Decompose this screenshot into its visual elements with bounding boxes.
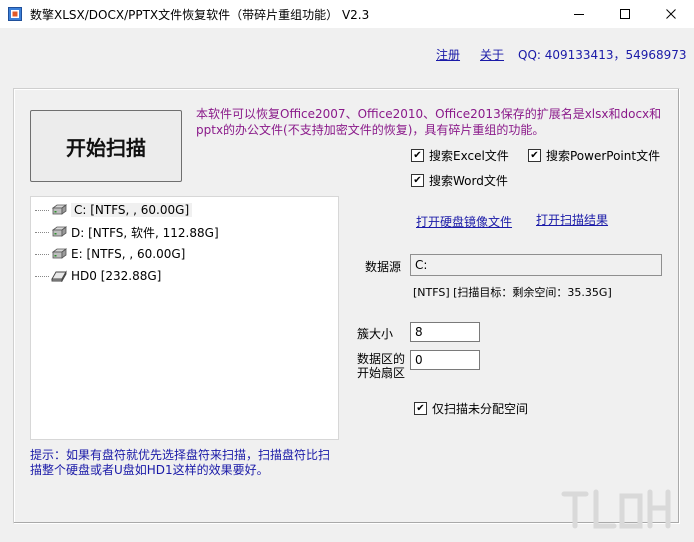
close-button[interactable] xyxy=(648,0,694,28)
open-scan-result-link[interactable]: 打开扫描结果 xyxy=(536,211,608,228)
data-source-label: 数据源 xyxy=(365,260,402,274)
watermark-logo-icon xyxy=(561,489,671,529)
checkbox-check-icon: ✔ xyxy=(528,149,541,162)
drive-item-e[interactable]: E: [NTFS, , 60.00G] xyxy=(31,245,185,263)
search-powerpoint-checkbox[interactable]: ✔ 搜索PowerPoint文件 xyxy=(528,147,660,164)
disk-icon xyxy=(51,270,67,282)
start-sector-label-line2: 开始扇区 xyxy=(357,366,406,380)
tree-connector xyxy=(35,275,49,277)
scan-unallocated-label: 仅扫描未分配空间 xyxy=(432,402,529,416)
cluster-size-label: 簇大小 xyxy=(357,327,394,341)
data-source-info: [NTFS] [扫描目标：剩余空间：35.35G] xyxy=(413,286,612,299)
about-link[interactable]: 关于 xyxy=(480,46,504,63)
checkbox-check-icon: ✔ xyxy=(411,174,424,187)
close-icon xyxy=(666,9,676,19)
description-text: 本软件可以恢复Office2007、Office2010、Office2013保… xyxy=(196,107,662,137)
drive-tree[interactable]: C: [NTFS, , 60.00G] D: [NTFS, 软件, 112.88… xyxy=(30,196,339,440)
drive-icon xyxy=(51,204,67,215)
drive-item-label: D: [NTFS, 软件, 112.88G] xyxy=(71,225,219,240)
app-icon xyxy=(8,7,22,21)
window-title: 数擎XLSX/DOCX/PPTX文件恢复软件（带碎片重组功能） V2.3 xyxy=(30,8,370,22)
checkbox-check-icon: ✔ xyxy=(414,402,427,415)
cluster-size-input[interactable] xyxy=(410,322,480,342)
minimize-button[interactable] xyxy=(556,0,602,28)
drive-item-label: E: [NTFS, , 60.00G] xyxy=(71,247,186,261)
search-excel-checkbox[interactable]: ✔ 搜索Excel文件 xyxy=(411,147,509,164)
drive-icon xyxy=(51,226,67,237)
drive-item-d[interactable]: D: [NTFS, 软件, 112.88G] xyxy=(31,223,219,241)
disk-item-label: HD0 [232.88G] xyxy=(71,269,162,283)
tip-text: 提示：如果有盘符就优先选择盘符来扫描，扫描盘符比扫描整个硬盘或者U盘如HD1这样… xyxy=(30,448,331,477)
qq-contact: QQ: 409133413，54968973 xyxy=(518,48,687,62)
scan-unallocated-checkbox[interactable]: ✔ 仅扫描未分配空间 xyxy=(414,400,528,417)
register-link[interactable]: 注册 xyxy=(436,46,460,63)
maximize-button[interactable] xyxy=(602,0,648,28)
drive-icon xyxy=(51,248,67,259)
drive-item-c[interactable]: C: [NTFS, , 60.00G] xyxy=(31,201,193,219)
maximize-icon xyxy=(620,9,630,19)
disk-item-hd0[interactable]: HD0 [232.88G] xyxy=(31,267,161,285)
search-word-checkbox[interactable]: ✔ 搜索Word文件 xyxy=(411,172,508,189)
tree-connector xyxy=(35,209,49,211)
tree-connector xyxy=(35,253,49,255)
data-source-field: C: xyxy=(410,254,662,276)
minimize-icon xyxy=(574,14,584,15)
search-excel-label: 搜索Excel文件 xyxy=(429,149,509,163)
start-scan-button[interactable]: 开始扫描 xyxy=(30,110,182,182)
checkbox-check-icon: ✔ xyxy=(411,149,424,162)
drive-item-label: C: [NTFS, , 60.00G] xyxy=(71,203,193,217)
search-word-label: 搜索Word文件 xyxy=(429,174,508,188)
open-disk-image-link[interactable]: 打开硬盘镜像文件 xyxy=(416,213,512,230)
tree-connector xyxy=(35,231,49,233)
start-sector-input[interactable] xyxy=(410,350,480,370)
search-powerpoint-label: 搜索PowerPoint文件 xyxy=(546,149,661,163)
